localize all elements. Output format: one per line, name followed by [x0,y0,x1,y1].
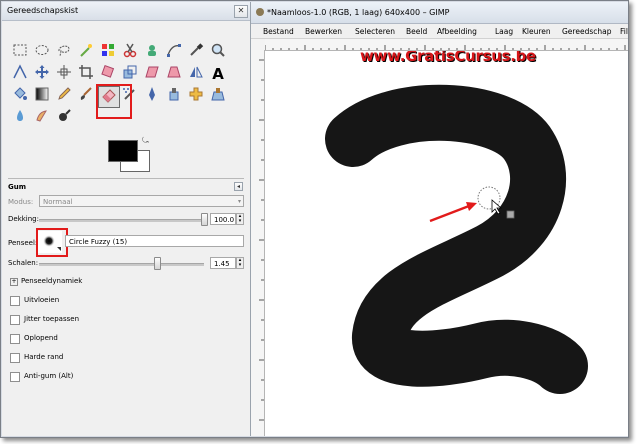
clone-icon[interactable] [164,86,184,106]
scale-input[interactable]: 1.45 [210,257,236,269]
image-window: *Naamloos-1.0 (RGB, 1 laag) 640x400 – GI… [251,2,628,436]
menu-kleuren[interactable]: Kleuren [522,27,551,36]
rect-select-icon[interactable] [10,42,30,62]
options-title: Gum [8,183,27,191]
expand-icon[interactable]: + [10,278,18,286]
mode-label: Modus: [8,198,34,206]
scale-slider[interactable] [39,263,204,266]
shear-icon[interactable] [142,64,162,84]
arrow-head-icon [466,202,477,211]
text-icon[interactable]: A [208,64,228,84]
scale-icon[interactable] [120,64,140,84]
measure-icon[interactable] [10,64,30,84]
align-icon[interactable] [54,64,74,84]
menu-bewerken[interactable]: Bewerken [305,27,342,36]
move-icon[interactable] [32,64,52,84]
annotation-layer [429,186,515,223]
eraser-highlight [96,84,132,119]
lasso-icon[interactable] [54,42,74,62]
dynamics-label[interactable]: Penseeldynamiek [21,277,82,285]
smudge-icon[interactable] [32,108,52,128]
zoom-icon[interactable] [208,42,228,62]
blend-icon[interactable] [32,86,52,106]
screenshot-frame: Gereedschapskist ✕ A ⤿ Gum ◂ Modus: Norm… [0,0,629,438]
perspective-clone-icon[interactable] [208,86,228,106]
paths-icon[interactable] [164,42,184,62]
brush-label: Penseel: [8,239,38,247]
anti-erase-checkbox[interactable] [10,372,20,382]
horizontal-ruler [265,39,628,51]
fade-label: Uitvloeien [24,296,60,304]
gimp-logo-icon [256,8,264,16]
image-canvas[interactable]: www.GratisCursus.be [265,51,628,436]
opacity-slider-knob[interactable] [201,213,208,226]
hard-edge-label: Harde rand [24,353,64,361]
arrow-line [429,204,470,223]
incremental-label: Oplopend [24,334,58,342]
anti-erase-label: Anti-gum (Alt) [24,372,74,380]
fg-bg-colors[interactable]: ⤿ [108,136,150,172]
foreground-color[interactable] [108,140,138,162]
menubar: Bestand Bewerken Selecteren Beeld Afbeel… [251,24,628,39]
menu-filters[interactable]: Filters [620,27,628,36]
rotate-icon[interactable] [98,64,118,84]
separator [8,178,244,179]
bucket-fill-icon[interactable] [10,86,30,106]
opacity-slider[interactable] [39,219,204,222]
hard-edge-checkbox[interactable] [10,353,20,363]
dodge-burn-icon[interactable] [54,108,74,128]
brush-highlight [36,228,68,257]
blur-icon[interactable] [10,108,30,128]
opacity-input[interactable]: 100.0 [210,213,236,225]
close-icon[interactable]: ✕ [234,5,248,18]
menu-bestand[interactable]: Bestand [263,27,294,36]
menu-afbeelding[interactable]: Afbeelding [437,27,477,36]
color-picker-icon[interactable] [186,42,206,62]
vertical-ruler [251,50,265,436]
opacity-spin[interactable]: ▴ ▾ [236,213,244,225]
toolbox-title: Gereedschapskist [7,6,79,15]
perspective-icon[interactable] [164,64,184,84]
paintbrush-icon[interactable] [76,86,96,106]
menu-selecteren[interactable]: Selecteren [355,27,395,36]
heal-icon[interactable] [186,86,206,106]
fade-checkbox[interactable] [10,296,20,306]
incremental-checkbox[interactable] [10,334,20,344]
jitter-label: Jitter toepassen [24,315,80,323]
scale-spin[interactable]: ▴ ▾ [236,257,244,269]
fuzzy-select-icon[interactable] [76,42,96,62]
opacity-label: Dekking: [8,215,39,223]
foreground-select-icon[interactable] [142,42,162,62]
toolbox-window: Gereedschapskist ✕ A ⤿ Gum ◂ Modus: Norm… [2,2,251,436]
jitter-checkbox[interactable] [10,315,20,325]
menu-beeld[interactable]: Beeld [406,27,427,36]
scissors-icon[interactable] [120,42,140,62]
flip-icon[interactable] [186,64,206,84]
brush-name[interactable]: Circle Fuzzy (15) [65,235,244,247]
scale-slider-knob[interactable] [154,257,161,270]
toolbox-titlebar: Gereedschapskist ✕ [2,2,250,21]
chevron-down-icon: ▾ [237,198,241,205]
image-titlebar: *Naamloos-1.0 (RGB, 1 laag) 640x400 – GI… [251,2,628,24]
menu-laag[interactable]: Laag [495,27,513,36]
mode-value: Normaal [43,198,73,206]
swap-colors-icon[interactable]: ⤿ [142,136,149,146]
ellipse-select-icon[interactable] [32,42,52,62]
scale-label: Schalen: [8,259,39,267]
image-title: *Naamloos-1.0 (RGB, 1 laag) 640x400 – GI… [267,8,450,17]
tab-menu-icon[interactable]: ◂ [234,182,243,191]
pencil-icon[interactable] [54,86,74,106]
mode-select[interactable]: Normaal ▾ [39,195,244,207]
menu-gereedschap[interactable]: Gereedschap [562,27,611,36]
ink-icon[interactable] [142,86,162,106]
crop-icon[interactable] [76,64,96,84]
color-select-icon[interactable] [98,42,118,62]
eraser-cursor-icon [506,210,515,219]
